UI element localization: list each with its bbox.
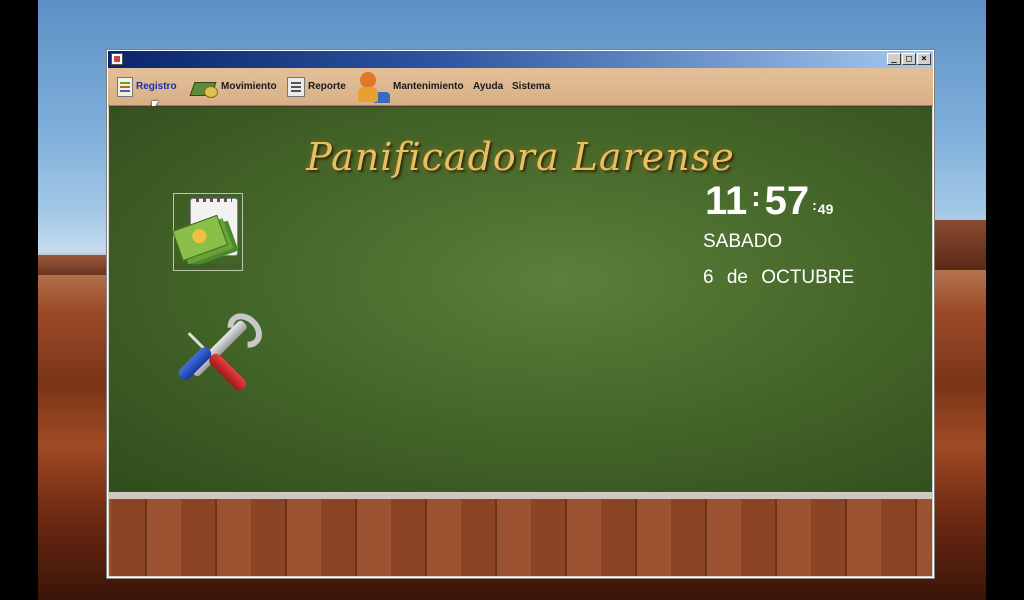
- shortcut-caption: [174, 264, 242, 268]
- clock-date: 6 de OCTUBRE: [703, 267, 855, 288]
- window-titlebar[interactable]: _ □ ×: [108, 51, 933, 68]
- wallpaper-mesa: [934, 220, 986, 270]
- menu-mantenimiento[interactable]: Mantenimiento: [358, 68, 464, 105]
- wood-floor-panel: [109, 493, 932, 576]
- letterbox-right: [986, 0, 1024, 600]
- menu-ayuda-label: Ayuda: [473, 81, 504, 92]
- menu-movimiento[interactable]: Movimiento: [192, 68, 277, 105]
- java-app-icon[interactable]: [111, 53, 123, 65]
- clock-minutes: 57: [764, 179, 810, 223]
- app-title: Panificadora Larense: [306, 135, 735, 179]
- menu-mantenimiento-label: Mantenimiento: [393, 81, 464, 92]
- letterbox-left: [0, 0, 38, 600]
- registro-icon: [117, 76, 133, 97]
- clock-hours: 11: [705, 179, 748, 223]
- maximize-button[interactable]: □: [902, 53, 916, 65]
- movimiento-icon: [192, 78, 218, 98]
- minimize-button[interactable]: _: [887, 53, 901, 65]
- menu-registro-label: Registro: [136, 81, 177, 92]
- clock-day: SABADO: [703, 231, 783, 252]
- shortcut-caption: [177, 395, 247, 399]
- menu-bar: Registro Movimiento Reporte Mantenimient…: [108, 68, 933, 114]
- clock-separator: :: [751, 181, 761, 212]
- main-board: Panificadora Larense 11:57:49 SABADO 6 d…: [109, 106, 932, 492]
- menu-movimiento-label: Movimiento: [221, 81, 277, 92]
- window-controls: _ □ ×: [887, 53, 931, 65]
- menu-sistema[interactable]: Sistema: [512, 68, 550, 105]
- menu-ayuda[interactable]: Ayuda: [473, 68, 503, 105]
- menu-registro[interactable]: Registro: [117, 68, 177, 105]
- registro-shortcut-button[interactable]: [171, 193, 243, 271]
- menu-reporte[interactable]: Reporte: [287, 68, 346, 105]
- reporte-icon: [287, 76, 305, 97]
- menu-reporte-label: Reporte: [308, 81, 346, 92]
- clock-separator-seconds: :: [812, 197, 817, 213]
- mantenimiento-icon: [358, 71, 390, 103]
- close-button[interactable]: ×: [917, 53, 931, 65]
- clock: 11:57:49: [705, 179, 833, 224]
- clock-seconds: 49: [817, 201, 834, 217]
- menu-sistema-label: Sistema: [512, 81, 551, 92]
- wallpaper-mesa-left: [38, 255, 108, 275]
- app-window: _ □ × Registro Movimiento Reporte Manten…: [107, 50, 934, 578]
- mantenimiento-shortcut-button[interactable]: [173, 317, 257, 399]
